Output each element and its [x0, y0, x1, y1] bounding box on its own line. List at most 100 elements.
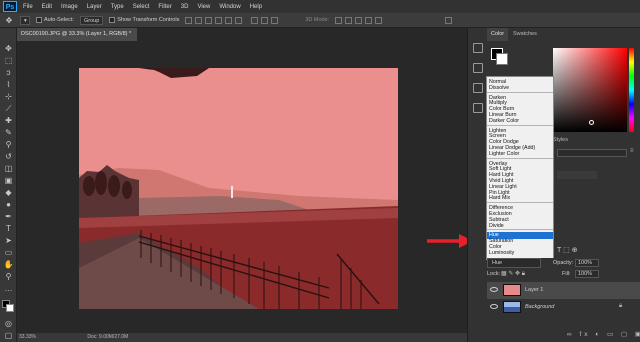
hand-tool-icon[interactable]: ✋ [3, 259, 14, 270]
menu-item-file[interactable]: File [23, 4, 33, 10]
libraries-icon[interactable] [473, 103, 483, 113]
blend-separator [487, 91, 553, 93]
tools-panel: ✥ ⬚ ↄ ⌇ ⊹ ⟋ ✚ ✎ ⚲ ↺ ◫ ▣ ◆ ● ✒ T ➤ ▭ ✋ ⚲ … [0, 28, 17, 342]
blend-mode-option-luminosity[interactable]: Luminosity [489, 250, 514, 256]
auto-select-checkbox[interactable] [36, 17, 42, 23]
3d-roll-icon[interactable] [345, 16, 353, 24]
layer-thumbnail [503, 301, 521, 313]
menu-item-edit[interactable]: Edit [42, 4, 52, 10]
marquee-tool-icon[interactable]: ⬚ [3, 55, 14, 66]
blend-mode-option-divide[interactable]: Divide [489, 223, 504, 229]
dodge-tool-icon[interactable]: ● [3, 199, 14, 210]
align-right-icon[interactable] [235, 16, 243, 24]
move-icon[interactable]: ✥ [4, 15, 14, 26]
quick-mask-icon[interactable]: ◎ [3, 318, 14, 329]
properties-icon[interactable] [473, 63, 483, 73]
lock-icons[interactable]: ▦ ✎ ✥ 🔒︎ [501, 270, 525, 278]
fill-input[interactable]: 100% [575, 270, 599, 278]
menu-item-window[interactable]: Window [219, 4, 240, 10]
menu-item-layer[interactable]: Layer [87, 4, 102, 10]
tab-swatches[interactable]: Swatches [509, 28, 541, 41]
rectangle-tool-icon[interactable]: ▭ [3, 247, 14, 258]
path-selection-tool-icon[interactable]: ➤ [3, 235, 14, 246]
background-color-chip[interactable] [496, 53, 508, 65]
lasso-tool-icon[interactable]: ↄ [3, 67, 14, 78]
distribute-h-icon[interactable] [261, 16, 269, 24]
crop-tool-icon[interactable]: ⊹ [3, 91, 14, 102]
align-top-icon[interactable] [185, 16, 193, 24]
3d-rotate-icon[interactable] [335, 16, 343, 24]
3d-scale-icon[interactable] [375, 16, 383, 24]
opacity-input[interactable]: 100% [575, 259, 599, 267]
align-left-icon[interactable] [215, 16, 223, 24]
layer-row-layer-1[interactable]: Layer 1 [487, 282, 640, 299]
styles-menu-icon[interactable]: ≡ [630, 148, 636, 158]
more-tools-icon[interactable]: … [3, 283, 14, 294]
visibility-eye-icon[interactable] [490, 287, 498, 292]
auto-select-dropdown[interactable]: Group [79, 15, 104, 25]
adjustments-icon[interactable] [473, 83, 483, 93]
3d-slide-icon[interactable] [365, 16, 373, 24]
color-picker-field[interactable] [553, 48, 627, 132]
show-transform-checkbox[interactable] [109, 17, 116, 23]
menu-item-filter[interactable]: Filter [158, 4, 171, 10]
styles-dropdown[interactable] [557, 149, 627, 157]
align-bottom-icon[interactable] [205, 16, 213, 24]
gradient-tool-icon[interactable]: ▣ [3, 175, 14, 186]
document-tab[interactable]: DSC00190.JPG @ 33.3% (Layer 1, RGB/8) * [17, 28, 137, 41]
layers-panel: T ⬚ ⊕ Hue Opacity: 100% Lock: ▦ ✎ ✥ 🔒︎ F… [487, 247, 640, 342]
doc-size: Doc: 9.00M/27.0M [87, 334, 129, 340]
zoom-tool-icon[interactable]: ⚲ [3, 271, 14, 282]
layer-row-background[interactable]: Background 🔒︎ [487, 299, 640, 316]
photo-landscape [79, 68, 398, 309]
blend-mode-dropdown[interactable]: Hue [487, 258, 541, 268]
blend-mode-option-hard-mix[interactable]: Hard Mix [489, 195, 510, 201]
lock-label: Lock: [487, 271, 501, 277]
menu-item-image[interactable]: Image [61, 4, 78, 10]
move-tool-icon[interactable]: ✥ [3, 43, 14, 54]
document-canvas-image[interactable] [79, 68, 398, 309]
blend-separator [487, 124, 553, 126]
blend-mode-option-darker-color[interactable]: Darker Color [489, 118, 519, 124]
tool-preset-dropdown[interactable]: ▾ [20, 15, 30, 25]
menu-bar: Ps File Edit Image Layer Type Select Filter 3D V… [0, 0, 640, 13]
distribute-v-icon[interactable] [271, 16, 279, 24]
fill-label: Fill: [562, 271, 571, 277]
history-brush-tool-icon[interactable]: ↺ [3, 151, 14, 162]
background-color-swatch[interactable] [6, 304, 14, 312]
menu-item-view[interactable]: View [197, 4, 210, 10]
menu-item-help[interactable]: Help [250, 4, 262, 10]
blur-tool-icon[interactable]: ◆ [3, 187, 14, 198]
quick-select-tool-icon[interactable]: ⌇ [3, 79, 14, 90]
blend-mode-option-lighter-color[interactable]: Lighter Color [489, 151, 519, 157]
tab-color[interactable]: Color [487, 28, 509, 41]
hue-slider[interactable] [629, 48, 634, 132]
menu-item-3d[interactable]: 3D [181, 4, 189, 10]
layer-name: Layer 1 [525, 287, 544, 293]
opacity-label: Opacity: [553, 260, 574, 266]
healing-brush-tool-icon[interactable]: ✚ [3, 115, 14, 126]
layer-actions-icons[interactable]: ∞ fx ◐ ▭ ▢ ▣ 🗑︎ [567, 330, 640, 338]
workspace-icon[interactable] [445, 16, 453, 24]
blend-mode-option-dissolve[interactable]: Dissolve [489, 85, 509, 91]
blend-mode-list[interactable]: Normal Dissolve Darken Multiply Color Burn Li… [486, 76, 554, 260]
history-icon[interactable] [473, 43, 483, 53]
eyedropper-tool-icon[interactable]: ⟋ [3, 103, 14, 114]
zoom-level[interactable]: 33.33% [19, 334, 36, 340]
clone-stamp-tool-icon[interactable]: ⚲ [3, 139, 14, 150]
layer-filter-icons[interactable]: T ⬚ ⊕ [557, 246, 578, 254]
show-transform-label: Show Transform Controls [117, 17, 180, 23]
photoshop-logo: Ps [3, 1, 17, 12]
pen-tool-icon[interactable]: ✒ [3, 211, 14, 222]
distribute-icon[interactable] [251, 16, 259, 24]
menu-item-select[interactable]: Select [133, 4, 150, 10]
align-center-icon[interactable] [225, 16, 233, 24]
3d-drag-icon[interactable] [355, 16, 363, 24]
menu-item-type[interactable]: Type [111, 4, 124, 10]
align-middle-icon[interactable] [195, 16, 203, 24]
eraser-tool-icon[interactable]: ◫ [3, 163, 14, 174]
screen-mode-icon[interactable]: ▢ [3, 330, 14, 341]
visibility-eye-icon[interactable] [490, 304, 498, 309]
brush-tool-icon[interactable]: ✎ [3, 127, 14, 138]
type-tool-icon[interactable]: T [3, 223, 14, 234]
